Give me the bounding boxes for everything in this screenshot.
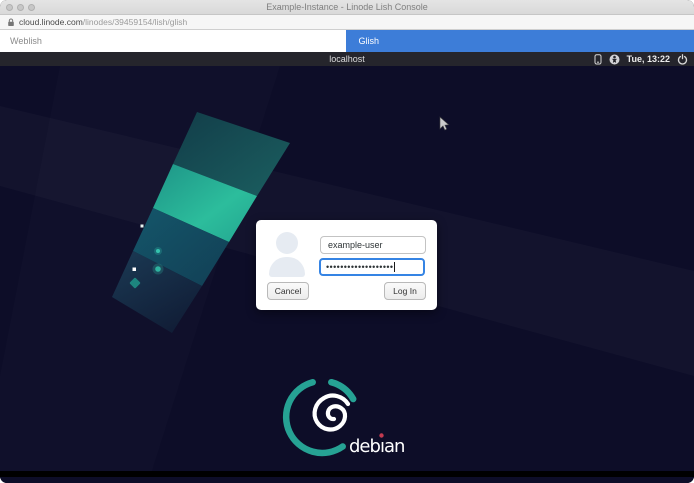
screen-letterbox [0,471,694,477]
login-dialog: example-user ••••••••••••••••••• Cancel … [256,220,437,310]
hostname-label: localhost [0,52,694,66]
power-icon[interactable] [677,54,688,65]
wordmark-dot [379,433,383,437]
cancel-button[interactable]: Cancel [267,282,309,300]
password-input[interactable]: ••••••••••••••••••• [319,258,425,276]
clock-label[interactable]: Tue, 13:22 [627,54,670,64]
debian-wordmark: debıan [349,436,404,457]
keyboard-device-icon[interactable] [594,54,602,65]
username-input[interactable]: example-user [320,236,426,254]
user-avatar-icon [268,232,306,277]
tab-weblish[interactable]: Weblish [0,30,346,52]
password-masked-value: ••••••••••••••••••• [326,262,393,272]
lish-tabs: Weblish Glish [0,30,694,52]
url-path: /linodes/39459154/lish/glish [83,17,187,27]
text-caret [394,262,395,272]
username-value: example-user [328,240,383,250]
tab-glish-label: Glish [359,36,380,46]
glish-screen: localhost Tue, 13:22 [0,52,694,483]
tab-weblish-label: Weblish [10,36,42,46]
tab-glish[interactable]: Glish [346,30,694,52]
gnome-top-bar: localhost Tue, 13:22 [0,52,694,66]
url-bar[interactable]: cloud.linode.com/linodes/39459154/lish/g… [0,15,694,30]
window-title: Example-Instance - Linode Lish Console [0,0,694,15]
desktop: debıan example-user ••••••••••••••••••• [0,66,694,477]
titlebar: Example-Instance - Linode Lish Console [0,0,694,15]
log-in-button[interactable]: Log In [384,282,426,300]
url-domain: cloud.linode.com [19,17,83,27]
browser-window: Example-Instance - Linode Lish Console c… [0,0,694,483]
accessibility-icon[interactable] [609,54,620,65]
lock-icon [7,18,15,27]
